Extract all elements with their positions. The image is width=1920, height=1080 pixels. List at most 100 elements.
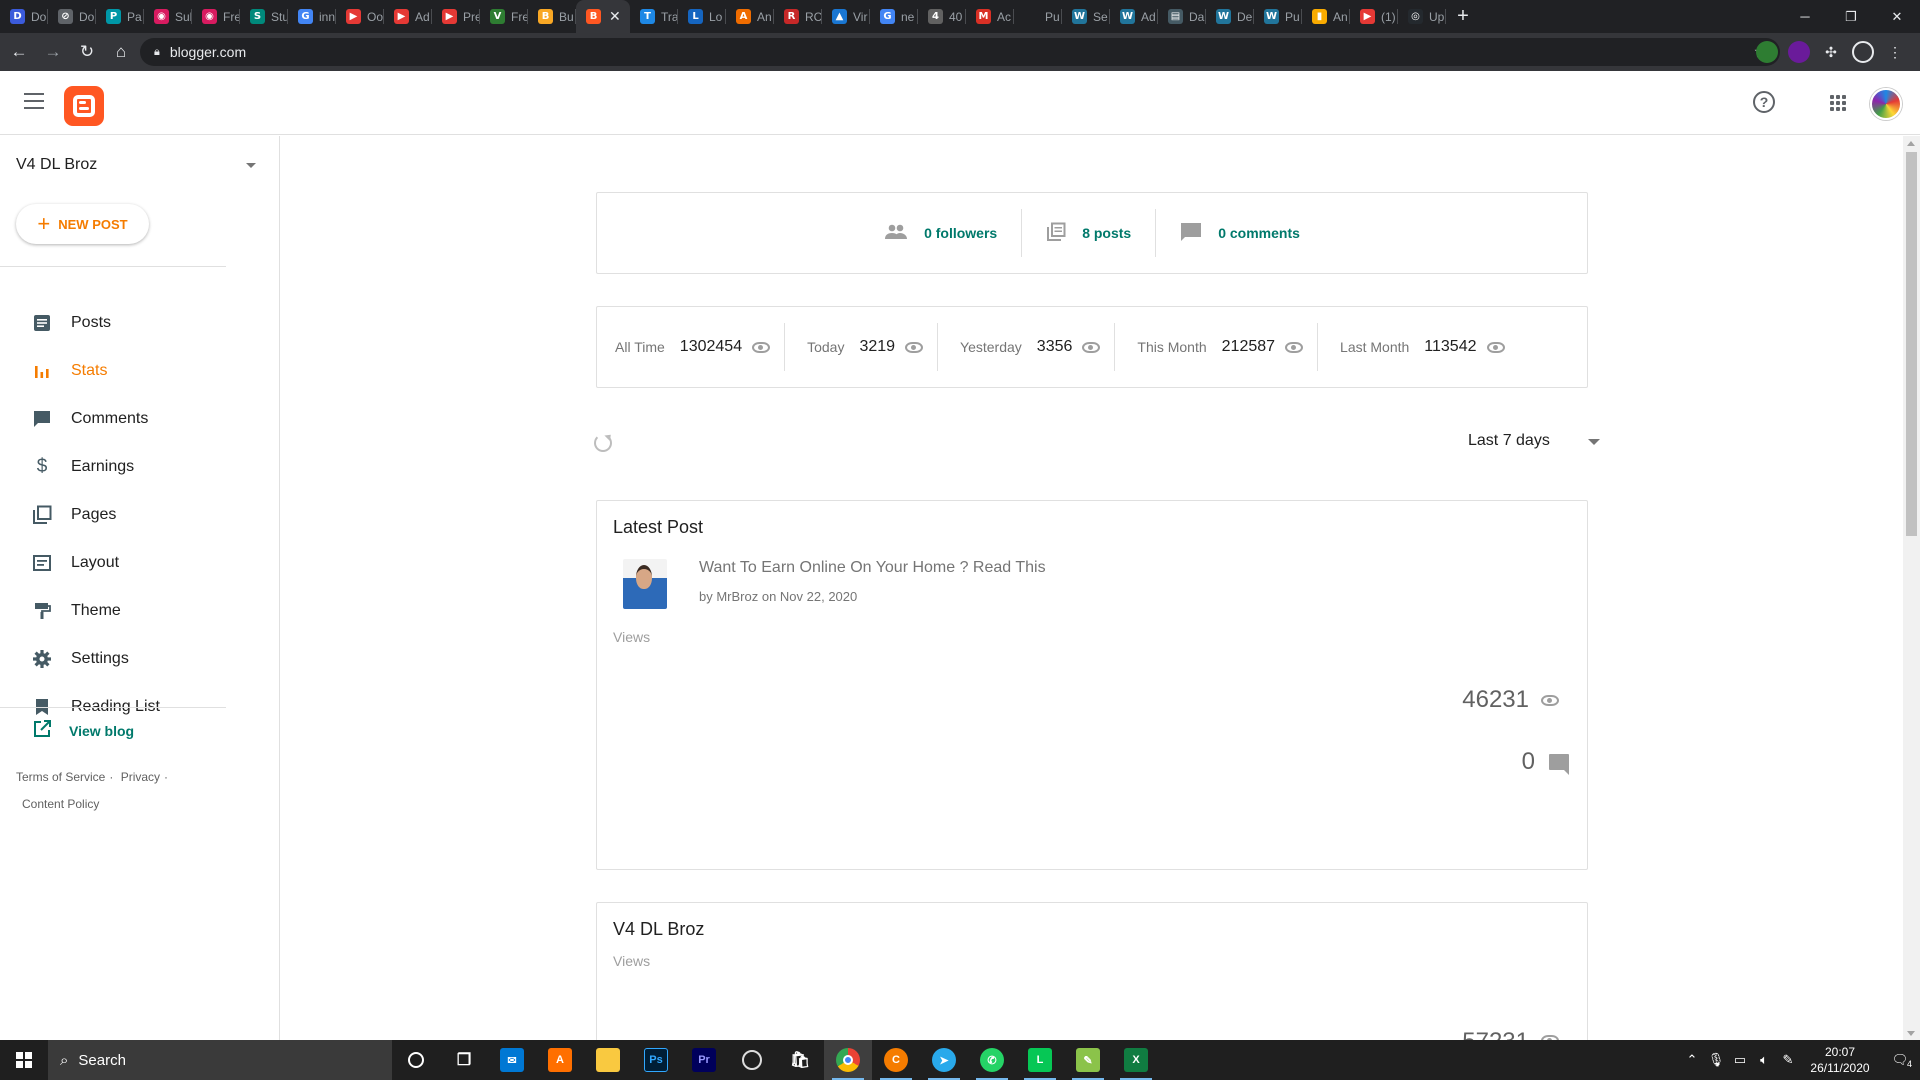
browser-tab[interactable]: S Stu: [240, 0, 288, 33]
view-blog-link[interactable]: View blog: [32, 719, 134, 742]
browser-tab[interactable]: W Pu: [1254, 0, 1302, 33]
comments-count[interactable]: 0 comments: [1156, 209, 1324, 257]
volume-icon[interactable]: 🔈︎: [1752, 1052, 1776, 1068]
browser-tab[interactable]: W Ad: [1110, 0, 1158, 33]
browser-tab[interactable]: Gne: [870, 0, 918, 33]
taskbar-app-photoshop[interactable]: Ps: [632, 1040, 680, 1080]
minimize-button[interactable]: ─: [1782, 0, 1828, 33]
post-title-link[interactable]: Want To Earn Online On Your Home ? Read …: [699, 559, 1046, 577]
posts-count[interactable]: 8 posts: [1022, 209, 1157, 257]
pen-icon[interactable]: ✎: [1776, 1052, 1800, 1068]
taskbar-app-chrome[interactable]: [824, 1040, 872, 1080]
clock[interactable]: 20:07 26/11/2020: [1800, 1044, 1880, 1076]
browser-tab[interactable]: Pu: [1014, 0, 1062, 33]
taskbar-app-obs[interactable]: [728, 1040, 776, 1080]
browser-tab[interactable]: W De: [1206, 0, 1254, 33]
home-button[interactable]: ⌂: [106, 37, 136, 67]
terms-link[interactable]: Terms of Service: [16, 770, 105, 784]
browser-tab[interactable]: L Lo: [678, 0, 726, 33]
post-thumbnail[interactable]: [623, 559, 667, 609]
scroll-down-arrow-icon[interactable]: [1907, 1031, 1915, 1036]
forward-button[interactable]: →: [38, 37, 68, 67]
chevron-up-icon[interactable]: ⌃: [1680, 1052, 1704, 1068]
sidebar-item-pages[interactable]: Pages: [0, 491, 226, 539]
browser-tab[interactable]: P Pa: [96, 0, 144, 33]
sidebar-item-comments[interactable]: Comments: [0, 395, 226, 443]
sidebar-item-earnings[interactable]: $ Earnings: [0, 443, 226, 491]
close-tab-icon[interactable]: ✕: [609, 8, 621, 25]
notifications-icon[interactable]: 🗨︎ 4: [1880, 1052, 1920, 1069]
address-bar[interactable]: 🔒︎ blogger.com ☆: [140, 38, 1780, 66]
browser-tab[interactable]: ▶ Pre: [432, 0, 480, 33]
sidebar-item-layout[interactable]: Layout: [0, 539, 226, 587]
taskbar-app-excel[interactable]: X: [1112, 1040, 1160, 1080]
network-icon[interactable]: ▭: [1728, 1052, 1752, 1068]
browser-tab[interactable]: T Tra: [630, 0, 678, 33]
taskbar-app-whatsapp[interactable]: ✆: [968, 1040, 1016, 1080]
browser-tab[interactable]: ▤ Da: [1158, 0, 1206, 33]
browser-tab[interactable]: ◎ Up: [1398, 0, 1446, 33]
browser-tab[interactable]: ▶ (1): [1350, 0, 1398, 33]
browser-tab[interactable]: R RC: [774, 0, 822, 33]
browser-tab[interactable]: ▲ Vir: [822, 0, 870, 33]
profile-icon[interactable]: [1852, 41, 1874, 63]
extension-icon[interactable]: [1788, 41, 1810, 63]
help-icon[interactable]: ?: [1753, 91, 1775, 113]
taskbar-app-line[interactable]: L: [1016, 1040, 1064, 1080]
new-post-button[interactable]: + NEW POST: [16, 204, 149, 244]
taskbar-app-store[interactable]: 🛍︎: [776, 1040, 824, 1080]
browser-tab[interactable]: ◉ Sul: [144, 0, 192, 33]
sidebar-item-posts[interactable]: Posts: [0, 299, 226, 347]
browser-tab[interactable]: V Fre: [480, 0, 528, 33]
browser-tab[interactable]: M Ac: [966, 0, 1014, 33]
browser-tab[interactable]: Ginn: [288, 0, 336, 33]
sidebar-item-settings[interactable]: Settings: [0, 635, 226, 683]
privacy-link[interactable]: Privacy: [121, 770, 160, 784]
followers-count[interactable]: 0 followers: [860, 209, 1023, 257]
taskbar-app-premiere[interactable]: Pr: [680, 1040, 728, 1080]
date-range-select[interactable]: Last 7 days: [1468, 432, 1600, 450]
browser-tab[interactable]: ▶ Oo: [336, 0, 384, 33]
browser-tab[interactable]: B Bu: [528, 0, 576, 33]
sidebar-item-stats[interactable]: Stats: [0, 347, 226, 395]
google-apps-icon[interactable]: [1830, 95, 1846, 111]
browser-tab[interactable]: ◉ Fre: [192, 0, 240, 33]
taskbar-app-coin[interactable]: C: [872, 1040, 920, 1080]
microphone-icon[interactable]: 🎙︎: [1704, 1052, 1728, 1068]
taskbar-app-telegram[interactable]: ➤: [920, 1040, 968, 1080]
browser-tab[interactable]: A An: [726, 0, 774, 33]
taskbar-app-explorer[interactable]: [584, 1040, 632, 1080]
hamburger-menu-icon[interactable]: [24, 93, 44, 111]
extension-icon[interactable]: [1756, 41, 1778, 63]
restore-button[interactable]: ❐: [1828, 0, 1874, 33]
browser-tab[interactable]: ⊘ Do: [48, 0, 96, 33]
reload-button[interactable]: ↻: [72, 37, 102, 67]
sidebar-item-theme[interactable]: Theme: [0, 587, 226, 635]
scroll-up-arrow-icon[interactable]: [1907, 141, 1915, 146]
blogger-logo[interactable]: [64, 86, 104, 126]
new-tab-button[interactable]: +: [1446, 5, 1480, 28]
tab-favicon-icon: A: [736, 9, 751, 24]
cortana-button[interactable]: [392, 1040, 440, 1080]
close-window-button[interactable]: ✕: [1874, 0, 1920, 33]
blog-selector[interactable]: V4 DL Broz: [16, 156, 256, 174]
refresh-icon[interactable]: [594, 434, 612, 452]
tab-blogger-active[interactable]: B ✕: [576, 0, 630, 33]
taskbar-app-mail[interactable]: ✉: [488, 1040, 536, 1080]
browser-tab[interactable]: 4 40: [918, 0, 966, 33]
browser-tab[interactable]: D Do: [0, 0, 48, 33]
task-view-button[interactable]: ❒: [440, 1040, 488, 1080]
start-button[interactable]: [0, 1040, 48, 1080]
back-button[interactable]: ←: [4, 37, 34, 67]
taskbar-app-notepad[interactable]: ✎: [1064, 1040, 1112, 1080]
account-avatar[interactable]: [1870, 88, 1902, 120]
taskbar-search[interactable]: ⌕ Search: [48, 1040, 392, 1080]
scrollbar-thumb[interactable]: [1906, 152, 1917, 536]
browser-tab[interactable]: ▮ An: [1302, 0, 1350, 33]
puzzle-extensions-icon[interactable]: ✣: [1820, 41, 1842, 63]
content-policy-link[interactable]: Content Policy: [22, 797, 99, 811]
browser-tab[interactable]: W Se: [1062, 0, 1110, 33]
browser-tab[interactable]: ▶ Ad: [384, 0, 432, 33]
taskbar-app-launcher[interactable]: A: [536, 1040, 584, 1080]
menu-kebab-icon[interactable]: ⋮: [1884, 41, 1906, 63]
